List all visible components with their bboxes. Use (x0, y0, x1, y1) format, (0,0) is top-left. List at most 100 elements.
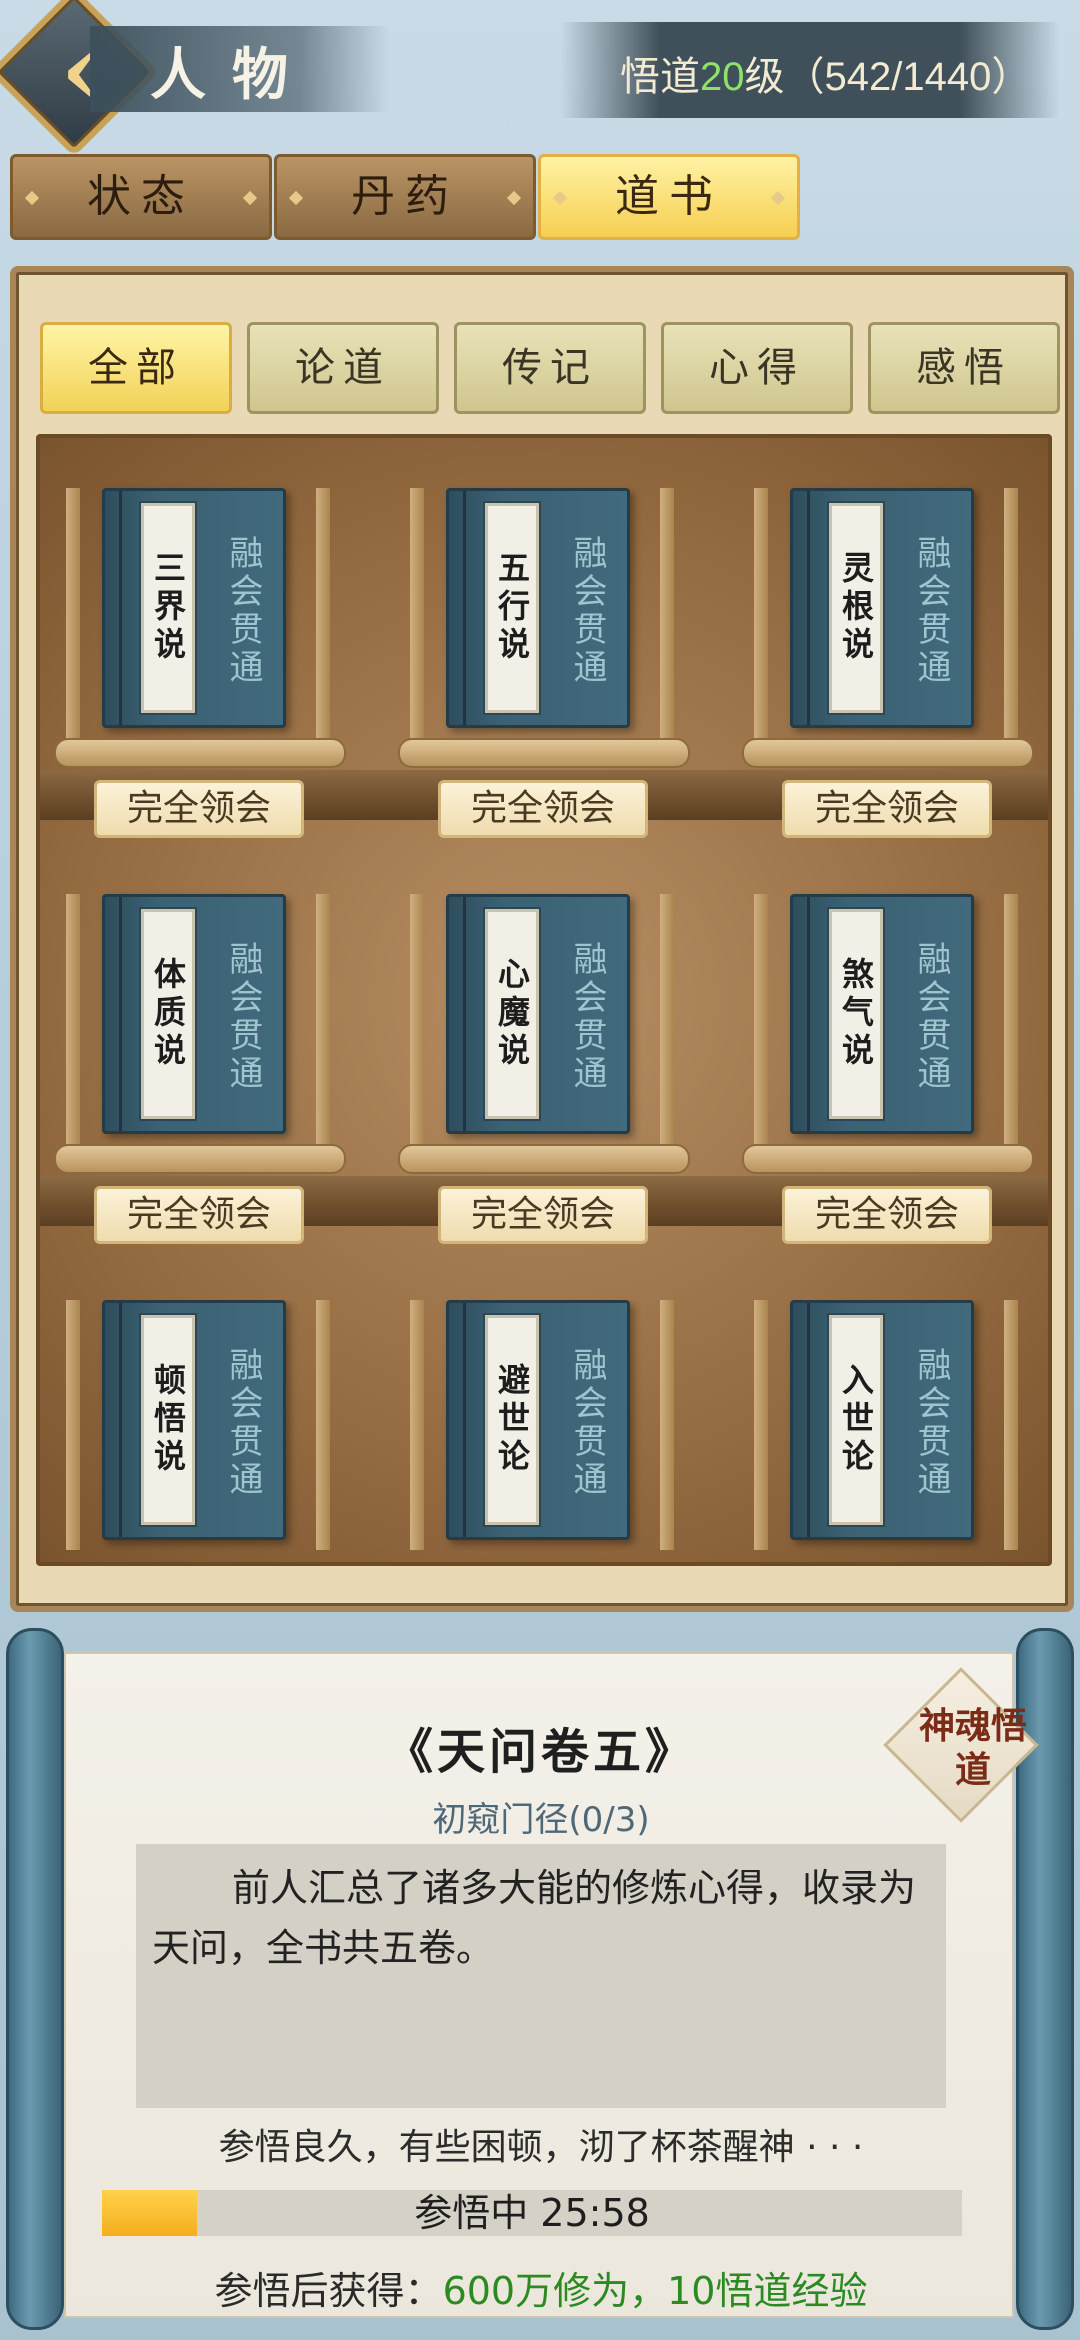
book-stand (398, 738, 690, 768)
category-tab-realization[interactable]: 感悟 (868, 322, 1060, 414)
header-bar: ‹ 人物 悟道20级（542/1440） (0, 0, 1080, 157)
mastery-tag: 完全领会 (438, 780, 648, 838)
book-spine (119, 897, 122, 1131)
description-box: 前人汇总了诸多大能的修炼心得，收录为天问，全书共五卷。 (136, 1844, 946, 2108)
mastery-tag: 完全领会 (438, 1186, 648, 1244)
mastery-tag: 完全领会 (94, 780, 304, 838)
book-stand (54, 1144, 346, 1174)
stand-post (316, 1300, 330, 1550)
book-cover[interactable]: 心魔说 融会贯通 (446, 894, 630, 1134)
book-stand (54, 738, 346, 768)
reward-line: 参悟后获得：600万修为，10悟道经验 (66, 2260, 1016, 2315)
book-spine (807, 897, 810, 1131)
stand-post (1004, 488, 1018, 738)
book-spine (463, 491, 466, 725)
book-item[interactable]: 入世论 融会贯通 (728, 1300, 1048, 1550)
book-status: 融会贯通 (223, 1347, 263, 1499)
reward-value: 600万修为，10悟道经验 (442, 2269, 868, 2313)
category-tab-all[interactable]: 全部 (40, 322, 232, 414)
study-timer-bar: 参悟中 25:58 (102, 2190, 962, 2236)
category-tab-discourse[interactable]: 论道 (247, 322, 439, 414)
stand-post (754, 1300, 768, 1550)
book-item[interactable]: 三界说 融会贯通 完全领会 (40, 488, 360, 848)
stand-post (316, 488, 330, 738)
book-title: 入世论 (829, 1315, 883, 1525)
book-status: 融会贯通 (567, 941, 607, 1093)
dao-level-readout: 悟道20级（542/1440） (620, 44, 1031, 102)
top-tab-bar: 状态 丹药 道书 (10, 154, 1070, 242)
stand-post (1004, 894, 1018, 1144)
book-cover[interactable]: 顿悟说 融会贯通 (102, 1300, 286, 1540)
book-item[interactable]: 灵根说 融会贯通 完全领会 (728, 488, 1048, 848)
tab-elixir[interactable]: 丹药 (274, 154, 536, 240)
book-item[interactable]: 顿悟说 融会贯通 (40, 1300, 360, 1550)
category-tab-insights[interactable]: 心得 (661, 322, 853, 414)
book-status: 融会贯通 (911, 535, 951, 687)
category-tab-biography[interactable]: 传记 (454, 322, 646, 414)
selected-book-title: 《天问卷五》 (384, 1724, 697, 1780)
book-detail-scroll: 《天问卷五》 初窥门径(0/3) 神魂悟道 前人汇总了诸多大能的修炼心得，收录为… (0, 1628, 1080, 2340)
tab-ornament (552, 190, 568, 206)
book-cover[interactable]: 灵根说 融会贯通 (790, 488, 974, 728)
book-cover[interactable]: 三界说 融会贯通 (102, 488, 286, 728)
tab-elixir-label: 丹药 (351, 171, 459, 222)
book-stand (398, 1144, 690, 1174)
book-status: 融会贯通 (567, 535, 607, 687)
book-item[interactable]: 避世论 融会贯通 (384, 1300, 704, 1550)
tab-ornament (770, 190, 786, 206)
book-spine (119, 1303, 122, 1537)
book-item[interactable]: 体质说 融会贯通 完全领会 (40, 894, 360, 1254)
level-prefix: 悟道 (620, 55, 700, 99)
tab-daoshu-label: 道书 (615, 171, 723, 222)
book-cover[interactable]: 煞气说 融会贯通 (790, 894, 974, 1134)
book-stand (742, 1144, 1034, 1174)
book-item[interactable]: 心魔说 融会贯通 完全领会 (384, 894, 704, 1254)
book-spine (807, 1303, 810, 1537)
stand-post (410, 1300, 424, 1550)
book-title: 心魔说 (485, 909, 539, 1119)
level-suffix: 级（542/1440） (744, 55, 1032, 99)
stand-post (66, 1300, 80, 1550)
study-status-text: 参悟良久，有些困顿，沏了杯茶醒神 · · · (218, 2127, 864, 2168)
stand-post (410, 894, 424, 1144)
book-title: 五行说 (485, 503, 539, 713)
stand-post (316, 894, 330, 1144)
tab-ornament (242, 190, 258, 206)
mastery-tag: 完全领会 (94, 1186, 304, 1244)
book-title: 体质说 (141, 909, 195, 1119)
book-item[interactable]: 五行说 融会贯通 完全领会 (384, 488, 704, 848)
book-title: 煞气说 (829, 909, 883, 1119)
book-status: 融会贯通 (567, 1347, 607, 1499)
stand-post (66, 488, 80, 738)
book-status: 融会贯通 (911, 941, 951, 1093)
bookshelf: 三界说 融会贯通 完全领会 五行说 融会贯通 完全领会 灵根说 融会贯通 完全领… (36, 434, 1052, 1566)
level-number: 20 (700, 55, 745, 99)
book-title: 灵根说 (829, 503, 883, 713)
stand-post (66, 894, 80, 1144)
mastery-tag: 完全领会 (782, 1186, 992, 1244)
book-status: 融会贯通 (911, 1347, 951, 1499)
book-cover[interactable]: 避世论 融会贯通 (446, 1300, 630, 1540)
book-title: 避世论 (485, 1315, 539, 1525)
book-cover[interactable]: 入世论 融会贯通 (790, 1300, 974, 1540)
tab-daoshu[interactable]: 道书 (538, 154, 800, 240)
stand-post (754, 894, 768, 1144)
book-spine (463, 1303, 466, 1537)
book-cover[interactable]: 体质说 融会贯通 (102, 894, 286, 1134)
book-status: 融会贯通 (223, 535, 263, 687)
tab-status[interactable]: 状态 (10, 154, 272, 240)
book-title: 三界说 (141, 503, 195, 713)
stand-post (660, 1300, 674, 1550)
book-panel: 全部 论道 传记 心得 感悟 三界说 融会贯通 完全领会 五行说 融会贯通 完全… (10, 266, 1074, 1612)
book-cover[interactable]: 五行说 融会贯通 (446, 488, 630, 728)
stand-post (754, 488, 768, 738)
mastery-tag: 完全领会 (782, 780, 992, 838)
stand-post (660, 894, 674, 1144)
study-stage: 初窥门径(0/3) (432, 1800, 650, 1840)
reward-label: 参悟后获得： (214, 2269, 443, 2313)
study-timer-text: 参悟中 25:58 (414, 2191, 650, 2235)
book-item[interactable]: 煞气说 融会贯通 完全领会 (728, 894, 1048, 1254)
scroll-paper: 《天问卷五》 初窥门径(0/3) 神魂悟道 前人汇总了诸多大能的修炼心得，收录为… (64, 1652, 1039, 2318)
book-title: 顿悟说 (141, 1315, 195, 1525)
stand-post (410, 488, 424, 738)
